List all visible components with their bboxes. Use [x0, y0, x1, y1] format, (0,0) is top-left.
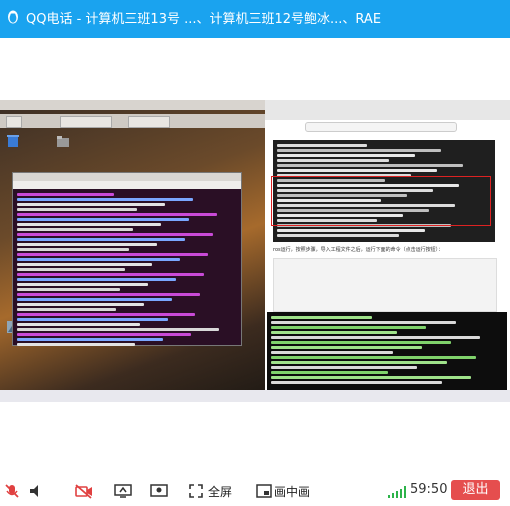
screen-text-line [17, 343, 136, 346]
remote-browser-right: ros运行，按照步骤，导入工程文件之后，运行下面的命令（点击运行按钮）： [265, 100, 510, 402]
screen-text-line [271, 331, 397, 334]
fullscreen-label[interactable]: 全屏 [208, 483, 232, 500]
screen-text-line [17, 328, 220, 331]
screen-text-line [271, 376, 472, 379]
screen-text-line [17, 248, 129, 251]
screen-text-line [17, 203, 166, 206]
screen-text-line [17, 223, 162, 226]
screen-text-line [17, 298, 172, 301]
invite-icon[interactable] [150, 483, 168, 499]
screen-text-line [17, 278, 177, 281]
call-control-bar: 全屏 画中画 59:50 退出 [0, 470, 510, 506]
screen-text-line [271, 366, 418, 369]
screen-text-line [17, 313, 196, 316]
screen-text-line [17, 303, 144, 306]
call-title: QQ电话 - 计算机三班13号 ...、计算机三班12号鲍冰...、RAE [26, 12, 382, 27]
screen-text-line [17, 333, 192, 336]
screen-text-line [277, 154, 415, 157]
screen-text-line [17, 238, 185, 241]
screen-text-line [17, 228, 134, 231]
screen-text-line [17, 218, 189, 221]
screen-text-line [271, 316, 373, 319]
screen-text-line [17, 258, 181, 261]
screen-text-line [17, 213, 217, 216]
screen-text-line [17, 243, 157, 246]
screen-text-line [271, 351, 393, 354]
screen-text-line [271, 371, 388, 374]
screen-text-line [17, 338, 164, 341]
signal-strength-icon [388, 486, 406, 498]
screen-text-line [271, 326, 427, 329]
screen-text-line [271, 361, 447, 364]
screen-text-line [277, 159, 389, 162]
screen-text-line [271, 381, 442, 384]
highlight-box [271, 176, 491, 226]
build-output-terminal [267, 312, 507, 390]
screen-text-line [277, 234, 399, 237]
screen-text-line [271, 336, 481, 339]
exit-call-button[interactable]: 退出 [451, 480, 500, 500]
browser-toolbar [265, 100, 510, 120]
screen-text-line [17, 268, 125, 271]
mic-muted-icon[interactable] [4, 483, 20, 499]
instruction-text: ros运行，按照步骤，导入工程文件之后，运行下面的命令（点击运行按钮）： [273, 247, 444, 253]
screen-text-line [277, 164, 463, 167]
pip-icon[interactable] [256, 483, 272, 499]
call-window-titlebar: QQ电话 - 计算机三班13号 ...、计算机三班12号鲍冰...、RAE [0, 0, 510, 38]
video-top-gap [0, 38, 510, 100]
screen-text-line [17, 323, 140, 326]
remote-window-bar [0, 100, 265, 110]
pip-label[interactable]: 画中画 [274, 483, 310, 500]
folder-icon[interactable] [56, 134, 70, 148]
remote-terminal-window [12, 172, 242, 346]
remote-tab [128, 116, 170, 128]
remote-windows-taskbar [0, 390, 510, 402]
screen-text-line [271, 356, 476, 359]
screen-share-icon[interactable] [114, 483, 132, 499]
screen-text-line [17, 198, 194, 201]
call-duration: 59:50 [410, 482, 448, 497]
browser-address-bar [305, 122, 457, 132]
screen-text-line [271, 346, 422, 349]
screen-text-line [17, 293, 200, 296]
remote-tab [6, 116, 22, 128]
speaker-icon[interactable] [28, 483, 44, 499]
screen-text-line [17, 288, 121, 291]
qq-penguin-icon [8, 10, 18, 24]
screen-text-line [271, 341, 451, 344]
screen-text-line [17, 233, 213, 236]
screen-text-line [17, 308, 116, 311]
fullscreen-icon[interactable] [188, 483, 204, 499]
screen-text-line [17, 283, 149, 286]
shared-screen-video[interactable]: ros运行，按照步骤，导入工程文件之后，运行下面的命令（点击运行按钮）： [0, 100, 510, 402]
remote-desktop-left [0, 100, 265, 402]
trash-icon[interactable] [6, 134, 20, 148]
screen-text-line [277, 144, 367, 147]
screen-text-line [277, 169, 437, 172]
camera-off-icon[interactable] [74, 483, 94, 499]
screen-text-line [271, 321, 456, 324]
screen-text-line [17, 263, 153, 266]
terminal-menubar [13, 181, 241, 189]
screen-text-line [17, 193, 114, 196]
screen-text-line [17, 318, 168, 321]
remote-tab [60, 116, 112, 128]
terminal-titlebar [13, 173, 241, 181]
screen-text-line [17, 208, 138, 211]
screen-text-line [277, 229, 425, 232]
screen-text-line [17, 253, 209, 256]
code-cell [273, 258, 497, 312]
screen-text-line [17, 273, 205, 276]
screen-text-line [277, 149, 441, 152]
